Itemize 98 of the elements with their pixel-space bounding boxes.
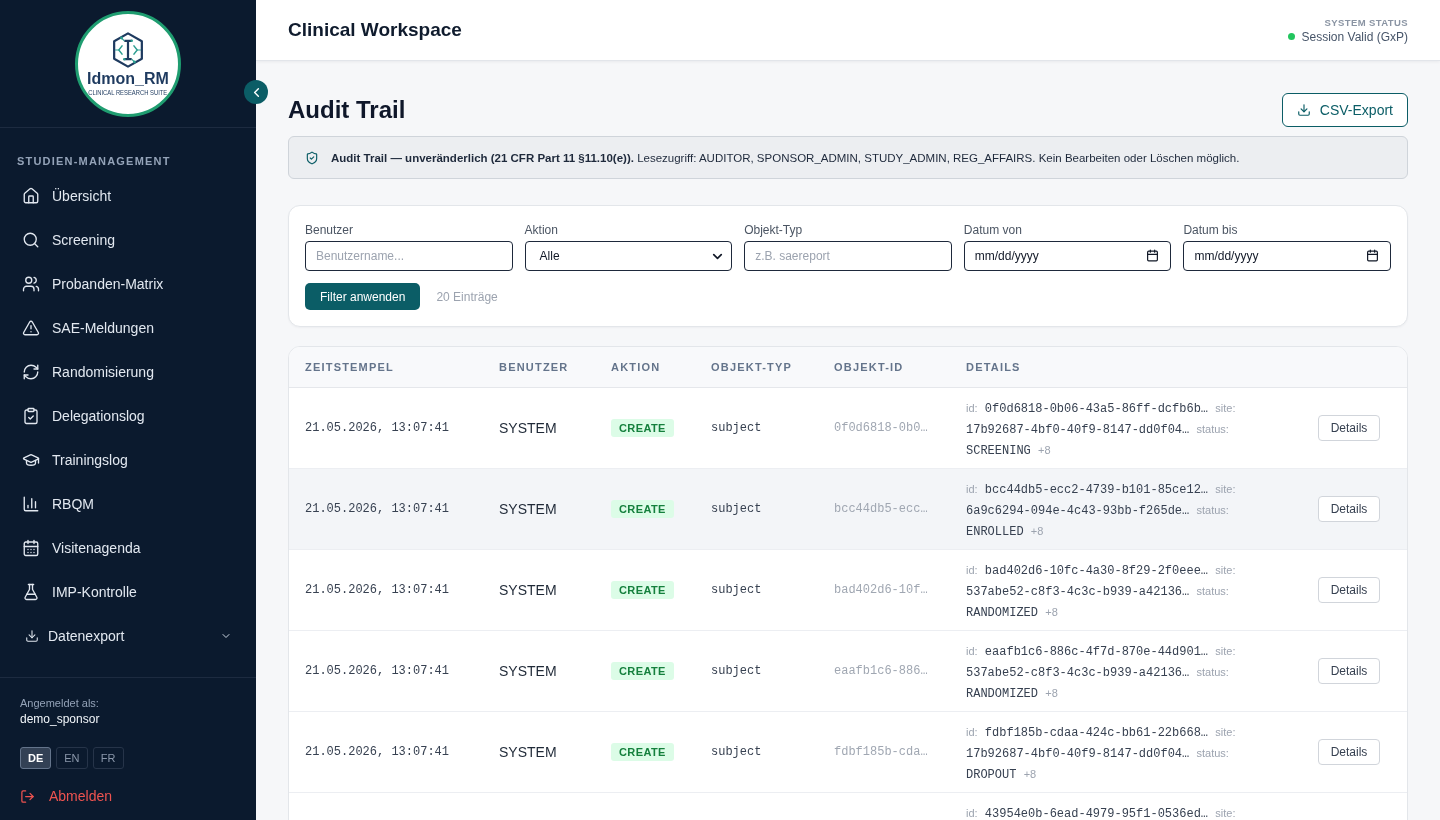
status-dot-icon	[1287, 33, 1295, 40]
details-button[interactable]: Details	[1318, 577, 1380, 603]
select-field[interactable]: Alle	[524, 241, 733, 271]
signed-in-label: Angemeldet als:	[20, 696, 99, 711]
user-cell: SYSTEM	[499, 420, 557, 436]
hexagon-logo-icon	[112, 32, 144, 68]
field-label: Datum von	[963, 222, 1022, 238]
export-button[interactable]: CSV-Export	[1281, 93, 1408, 127]
column-header: AKTION	[611, 361, 661, 373]
workspace-title: Clinical Workspace	[288, 19, 462, 41]
user-cell: SYSTEM	[499, 501, 557, 517]
shield-check-icon	[305, 150, 319, 165]
search-icon	[22, 231, 40, 249]
clipboard-check-icon	[22, 407, 40, 425]
timestamp-cell: 21.05.2026, 13:07:41	[305, 745, 450, 759]
timestamp-cell: 21.05.2026, 13:07:41	[305, 583, 450, 597]
timestamp-cell: 21.05.2026, 13:07:41	[305, 421, 450, 435]
calendar-icon	[22, 539, 40, 557]
people-icon	[22, 275, 40, 293]
logout-link[interactable]: Abmelden	[20, 787, 113, 805]
nav-item[interactable]: Trainingslog	[12, 438, 244, 482]
column-header: OBJEKT-TYP	[711, 361, 793, 373]
download-icon	[25, 629, 39, 643]
object-type-cell: subject	[711, 745, 762, 759]
status-label: SYSTEM STATUS	[1324, 16, 1408, 28]
username: demo_sponsor	[20, 711, 100, 727]
details-text: id: eaafb1c6-886c-4f7d-870e-44d901… site: 537abe52-c8f3-4c3c-b939-a42136… status: RANDOMIZED +8	[966, 645, 1236, 701]
collapse-button[interactable]	[244, 80, 268, 104]
status-text: Session Valid (GxP)	[1301, 29, 1408, 44]
field-label: Aktion	[524, 222, 558, 238]
object-id-cell: 0f0d6818-0b0…	[834, 421, 928, 435]
action-tag: CREATE	[611, 581, 674, 599]
object-type-cell: subject	[711, 502, 762, 516]
field-label: Datum bis	[1183, 222, 1238, 238]
field-label: Benutzer	[305, 222, 354, 238]
notice-text: Audit Trail — unveränderlich (21 CFR Part 11 §11.10(e)). Lesezugriff: AUDITOR, SPONSOR_ADMIN, STUDY_ADMIN, REG_AFFAIRS. Kein Bearbeiten oder Löschen möglich.	[331, 151, 1240, 164]
nav-item[interactable]: Visitenagenda	[12, 526, 244, 570]
column-header: BENUTZER	[499, 361, 569, 373]
nav-item[interactable]: Probanden-Matrix	[12, 262, 244, 306]
page-title: Audit Trail	[288, 96, 406, 124]
logo-name: Idmon_RM	[87, 70, 169, 88]
bar-chart-icon	[22, 495, 40, 513]
details-button[interactable]: Details	[1318, 739, 1380, 765]
object-type-cell: subject	[711, 664, 762, 678]
apply-filter-button[interactable]: Filter anwenden	[305, 283, 421, 310]
language-button[interactable]: FR	[92, 747, 124, 769]
user-cell: SYSTEM	[499, 582, 557, 598]
user-cell: SYSTEM	[499, 663, 557, 679]
details-text: id: bcc44db5-ecc2-4739-b101-85ce12… site: 6a9c6294-094e-4c43-93bb-f265de… status: ENROLLED +8	[966, 483, 1236, 539]
timestamp-cell: 21.05.2026, 13:07:41	[305, 502, 450, 516]
details-button[interactable]: Details	[1318, 496, 1380, 522]
flask-icon	[22, 583, 40, 601]
user-cell: SYSTEM	[499, 744, 557, 760]
refresh-icon	[22, 363, 40, 381]
section-label: STUDIEN-MANAGEMENT	[16, 154, 172, 168]
column-header: ZEITSTEMPEL	[305, 361, 394, 373]
home-icon	[22, 187, 40, 205]
text-field[interactable]: Benutzername...	[305, 241, 513, 271]
nav-item[interactable]: SAE-Meldungen	[12, 306, 244, 350]
object-id-cell: bcc44db5-ecc…	[834, 502, 928, 516]
language-button[interactable]: DE	[20, 747, 52, 769]
calendar-icon	[1146, 249, 1160, 262]
action-tag: CREATE	[611, 500, 674, 518]
object-id-cell: eaafb1c6-886…	[834, 664, 928, 678]
column-header: DETAILS	[966, 361, 1021, 373]
field-label: Objekt-Typ	[744, 222, 803, 238]
object-id-cell: bad402d6-10f…	[834, 583, 928, 597]
timestamp-cell: 21.05.2026, 13:07:41	[305, 664, 450, 678]
nav-item[interactable]: Randomisierung	[12, 350, 244, 394]
action-tag: CREATE	[611, 662, 674, 680]
graduation-cap-icon	[22, 451, 40, 469]
object-type-cell: subject	[711, 421, 762, 435]
nav-item[interactable]: RBQM	[12, 482, 244, 526]
nav-item[interactable]: Übersicht	[12, 174, 244, 218]
action-tag: CREATE	[611, 419, 674, 437]
download-icon	[1296, 103, 1311, 117]
details-text: id: 0f0d6818-0b06-43a5-86ff-dcfb6b… site: 17b92687-4bf0-40f9-8147-dd0f04… status: SCREENING +8	[966, 402, 1236, 458]
logout-icon	[20, 788, 35, 804]
nav-item[interactable]: IMP-Kontrolle	[12, 570, 244, 614]
entry-count: 20 Einträge	[436, 289, 498, 304]
details-text: id: fdbf185b-cdaa-424c-bb61-22b668… site: 17b92687-4bf0-40f9-8147-dd0f04… status: DROPOUT +8	[966, 726, 1236, 782]
column-header: OBJEKT-ID	[834, 361, 904, 373]
date-field[interactable]: mm/dd/yyyy	[963, 241, 1172, 271]
warning-icon	[22, 319, 40, 337]
nav-item[interactable]: Datenexport	[12, 614, 244, 658]
nav-item[interactable]: Delegationslog	[12, 394, 244, 438]
details-button[interactable]: Details	[1318, 658, 1380, 684]
action-tag: CREATE	[611, 743, 674, 761]
object-type-cell: subject	[711, 583, 762, 597]
details-button[interactable]: Details	[1318, 415, 1380, 441]
nav-item[interactable]: Screening	[12, 218, 244, 262]
language-button[interactable]: EN	[56, 747, 88, 769]
details-text: id: 43954e0b-6ead-4979-95f1-0536ed… site:	[966, 807, 1236, 820]
calendar-icon	[1366, 249, 1379, 262]
object-id-cell: fdbf185b-cda…	[834, 745, 928, 759]
text-field[interactable]: z.B. saereport	[744, 241, 952, 271]
date-field[interactable]: mm/dd/yyyy	[1183, 241, 1391, 271]
details-text: id: bad402d6-10fc-4a30-8f29-2f0eee… site: 537abe52-c8f3-4c3c-b939-a42136… status: RANDOMIZED +8	[966, 564, 1236, 620]
